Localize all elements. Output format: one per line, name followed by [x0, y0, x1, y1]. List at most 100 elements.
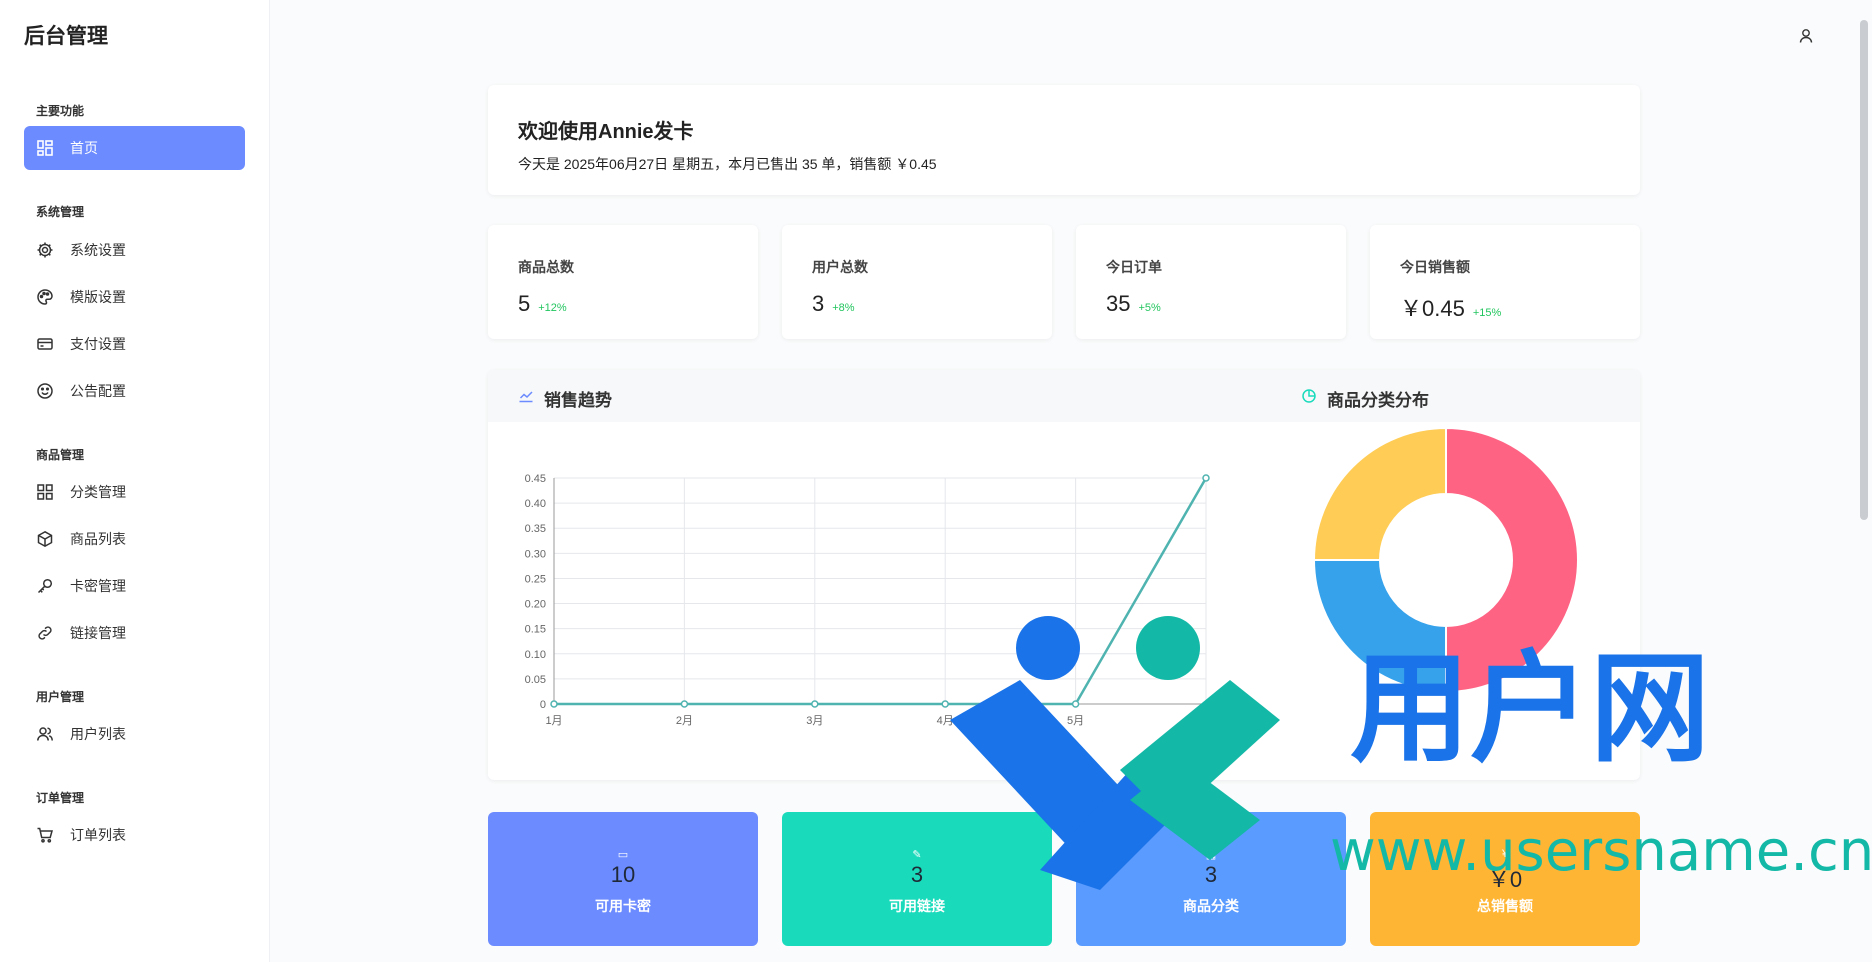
stat-card-users: 用户总数 3 +8% — [782, 225, 1052, 339]
data-point — [1071, 700, 1080, 708]
nav-group-order: 订单管理 — [36, 791, 85, 805]
user-icon[interactable] — [1796, 26, 1816, 46]
category-chart-title: 商品分类分布 — [1301, 386, 1429, 411]
category-chart-title-text: 商品分类分布 — [1327, 391, 1429, 410]
sidebar-item-category[interactable]: 分类管理 — [24, 470, 245, 514]
stat-value: 3 — [812, 291, 825, 316]
sidebar-item-card-keys[interactable]: 卡密管理 — [24, 564, 245, 608]
sidebar-item-label: 系统设置 — [70, 242, 126, 258]
stat-label: 商品总数 — [518, 259, 574, 275]
sidebar-item-label: 卡密管理 — [70, 578, 126, 594]
link-icon — [36, 624, 54, 642]
tile-value: 10 — [610, 862, 636, 887]
palette-icon — [36, 288, 54, 306]
stat-card-products: 商品总数 5 +12% — [488, 225, 758, 339]
sidebar-item-order-list[interactable]: 订单列表 — [24, 813, 245, 857]
sidebar: 后台管理 主要功能 首页 系统管理 系统设置 模版设置 支付设置 公告配置 商品… — [0, 0, 270, 962]
sidebar-item-label: 用户列表 — [70, 726, 126, 742]
chart-header — [488, 370, 1640, 422]
stat-delta: +8% — [832, 302, 855, 314]
data-point — [811, 700, 819, 708]
stat-value: ￥0.45 — [1400, 296, 1465, 321]
sidebar-item-announcement[interactable]: 公告配置 — [24, 369, 245, 413]
donut-slice — [1445, 426, 1579, 694]
category-donut-chart — [1312, 426, 1579, 694]
welcome-subtitle: 今天是 2025年06月27日 星期五，本月已售出 35 单，销售额 ￥0.45 — [518, 156, 937, 172]
y-tick-label: 0.20 — [525, 599, 546, 611]
nav-group-product: 商品管理 — [36, 448, 85, 462]
sidebar-item-product-list[interactable]: 商品列表 — [24, 517, 245, 561]
grid-icon — [36, 483, 54, 501]
tile-value: ￥0 — [1487, 867, 1523, 892]
x-tick-label: 1月 — [545, 715, 562, 727]
donut-slice — [1312, 559, 1447, 694]
tile-total-sales[interactable]: ¥ ￥0 总销售额 — [1370, 812, 1640, 946]
pie-chart-icon — [1301, 388, 1327, 409]
y-tick-label: 0.15 — [525, 624, 546, 636]
tile-label: 商品分类 — [1183, 898, 1239, 914]
stat-value: 35 — [1106, 291, 1131, 316]
welcome-title: 欢迎使用Annie发卡 — [518, 121, 694, 143]
sidebar-item-label: 模版设置 — [70, 289, 126, 305]
y-tick-label: 0.35 — [525, 523, 546, 535]
sidebar-item-payment-settings[interactable]: 支付设置 — [24, 322, 245, 366]
tile-label: 可用链接 — [889, 898, 945, 914]
page-scrollbar[interactable] — [1860, 20, 1868, 520]
y-tick-label: 0.10 — [525, 649, 546, 661]
sales-chart-title: 销售趋势 — [518, 386, 612, 411]
nav-group-user: 用户管理 — [36, 690, 85, 704]
sidebar-item-links[interactable]: 链接管理 — [24, 611, 245, 655]
nav-group-main: 主要功能 — [36, 104, 85, 118]
money-icon: ¥ — [1501, 848, 1509, 860]
card-icon: ▭ — [617, 849, 629, 861]
welcome-card: 欢迎使用Annie发卡 今天是 2025年06月27日 星期五，本月已售出 35… — [488, 85, 1640, 195]
sales-chart-title-text: 销售趋势 — [544, 391, 612, 410]
sidebar-item-label: 订单列表 — [70, 827, 126, 843]
y-tick-label: 0.25 — [525, 573, 546, 585]
stat-label: 今日订单 — [1106, 259, 1162, 275]
link-icon: ✎ — [912, 849, 922, 861]
tile-card-keys[interactable]: ▭ 10 可用卡密 — [488, 812, 758, 946]
stat-card-today-orders: 今日订单 35 +5% — [1076, 225, 1346, 339]
tile-label: 总销售额 — [1477, 898, 1533, 914]
line-chart-icon — [518, 388, 544, 409]
stat-card-today-sales: 今日销售额 ￥0.45 +15% — [1370, 225, 1640, 339]
users-icon — [36, 725, 54, 743]
sidebar-item-home[interactable]: 首页 — [24, 126, 245, 170]
x-tick-label: 5月 — [1067, 715, 1084, 727]
key-icon — [36, 577, 54, 595]
x-tick-label: 6月 — [1197, 715, 1214, 727]
y-tick-label: 0.45 — [525, 473, 546, 485]
y-tick-label: 0.30 — [525, 548, 546, 560]
y-tick-label: 0.40 — [525, 498, 546, 510]
tile-value: 3 — [1204, 862, 1218, 887]
tile-links[interactable]: ✎ 3 可用链接 — [782, 812, 1052, 946]
sidebar-item-label: 链接管理 — [70, 625, 126, 641]
sales-line-chart: 0 0.05 0.10 0.15 0.20 0.25 0.30 0.35 0.40 0.45 1月 2… — [525, 473, 1215, 727]
tile-categories[interactable]: ▦ 3 商品分类 — [1076, 812, 1346, 946]
sidebar-item-system-settings[interactable]: 系统设置 — [24, 228, 245, 272]
credit-card-icon — [36, 335, 54, 353]
sidebar-item-label: 公告配置 — [70, 383, 126, 399]
stat-delta: +15% — [1472, 307, 1502, 319]
stat-delta: +12% — [538, 302, 567, 314]
x-tick-label: 2月 — [676, 715, 693, 727]
sidebar-item-label: 支付设置 — [70, 336, 126, 352]
gear-icon — [36, 241, 54, 259]
data-point — [941, 700, 949, 708]
stat-label: 今日销售额 — [1400, 259, 1470, 275]
nav-group-system: 系统管理 — [36, 205, 85, 219]
smile-icon — [36, 382, 54, 400]
sidebar-item-label: 分类管理 — [70, 484, 126, 500]
x-tick-label: 4月 — [937, 715, 954, 727]
sidebar-item-user-list[interactable]: 用户列表 — [24, 712, 245, 756]
cart-icon — [36, 826, 54, 844]
tile-label: 可用卡密 — [595, 898, 651, 914]
sidebar-item-label: 首页 — [70, 140, 98, 156]
data-point — [1202, 474, 1210, 482]
sidebar-item-template-settings[interactable]: 模版设置 — [24, 275, 245, 319]
donut-slice — [1312, 426, 1447, 561]
y-tick-label: 0.05 — [525, 674, 546, 686]
series-line — [554, 477, 1208, 706]
sidebar-item-label: 商品列表 — [70, 531, 126, 547]
